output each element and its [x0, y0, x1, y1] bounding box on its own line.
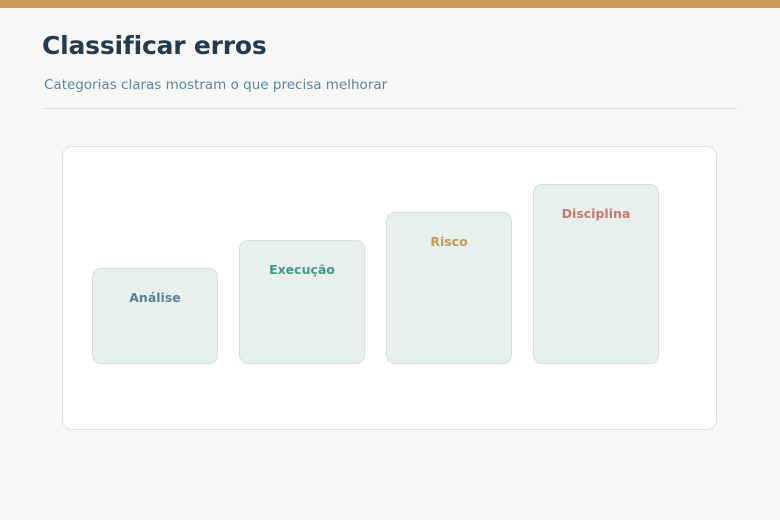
- page-subtitle: Categorias claras mostram o que precisa …: [44, 77, 388, 93]
- category-block-disciplina: Disciplina: [533, 184, 659, 364]
- category-block-execucao: Execução: [239, 240, 365, 364]
- category-label-risco: Risco: [430, 234, 468, 249]
- diagram-card: Análise Execução Risco Disciplina: [62, 146, 717, 430]
- top-accent-bar: [0, 0, 780, 8]
- category-block-risco: Risco: [386, 212, 512, 364]
- header-divider: [44, 108, 737, 109]
- category-label-analise: Análise: [129, 290, 181, 305]
- category-label-execucao: Execução: [269, 262, 335, 277]
- category-label-disciplina: Disciplina: [561, 206, 631, 221]
- category-block-analise: Análise: [92, 268, 218, 364]
- page-title: Classificar erros: [42, 31, 267, 60]
